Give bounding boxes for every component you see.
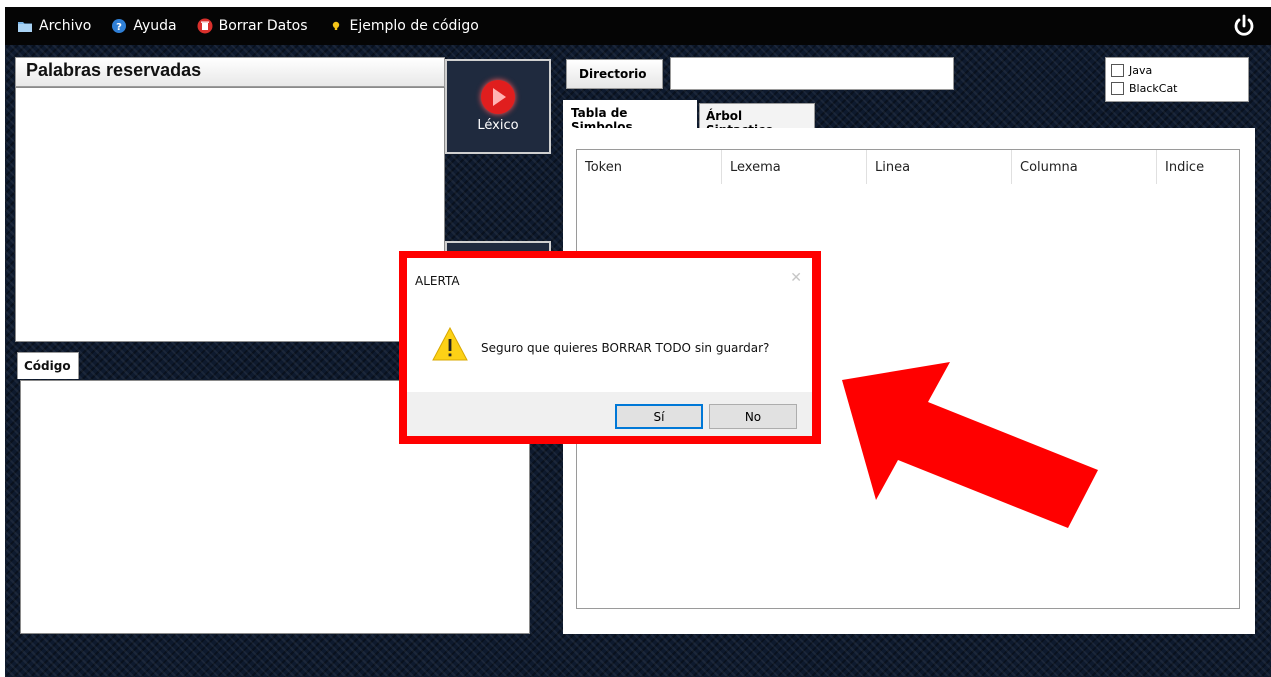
power-icon[interactable] — [1231, 13, 1257, 39]
blackcat-checkbox[interactable] — [1111, 81, 1124, 95]
red-arrow-icon — [842, 362, 1098, 528]
dialog-message: Seguro que quieres BORRAR TODO sin guard… — [481, 341, 770, 355]
column-linea[interactable]: Linea — [867, 150, 1012, 184]
blackcat-label: BlackCat — [1129, 81, 1178, 95]
menu-ejemplo-codigo[interactable]: Ejemplo de código — [328, 18, 479, 34]
no-button[interactable]: No — [709, 404, 797, 429]
help-icon: ? — [112, 19, 127, 33]
play-icon — [481, 80, 515, 114]
menu-bar: Archivo ? Ayuda Borrar Datos Ejemplo de … — [5, 7, 1271, 45]
menu-ayuda-label: Ayuda — [133, 18, 177, 34]
menu-ejemplo-codigo-label: Ejemplo de código — [349, 18, 479, 34]
column-lexema[interactable]: Lexema — [722, 150, 867, 184]
reserved-words-header: Palabras reservadas — [15, 57, 445, 87]
language-option-java[interactable]: Java — [1111, 61, 1243, 79]
java-checkbox[interactable] — [1111, 63, 1124, 77]
menu-borrar-datos-label: Borrar Datos — [218, 18, 308, 34]
directory-input[interactable] — [670, 57, 954, 90]
lexico-button-label: Léxico — [477, 118, 519, 133]
dialog-title: ALERTA — [415, 274, 460, 288]
language-selector: Java BlackCat — [1105, 57, 1249, 102]
column-columna[interactable]: Columna — [1012, 150, 1157, 184]
trash-icon — [197, 18, 213, 34]
menu-archivo-label: Archivo — [39, 18, 92, 34]
symbol-table-header: Token Lexema Linea Columna Indice — [577, 150, 1239, 184]
menu-borrar-datos[interactable]: Borrar Datos — [197, 18, 308, 34]
lexico-button[interactable]: Léxico — [445, 59, 551, 154]
menu-archivo[interactable]: Archivo — [17, 18, 91, 34]
close-icon[interactable]: ✕ — [790, 270, 802, 286]
tab-arbol-sintactico[interactable]: Árbol Sintactico — [699, 103, 815, 137]
yes-button[interactable]: Sí — [615, 404, 703, 429]
folder-icon — [18, 22, 32, 32]
lightbulb-icon — [332, 21, 339, 30]
reserved-words-list[interactable] — [15, 87, 445, 342]
menu-ayuda[interactable]: ? Ayuda — [111, 18, 177, 34]
warning-icon — [432, 326, 468, 361]
directory-button[interactable]: Directorio — [566, 59, 663, 89]
tab-codigo[interactable]: Código — [17, 352, 79, 379]
java-label: Java — [1129, 63, 1153, 77]
svg-text:?: ? — [116, 22, 122, 33]
language-option-blackcat[interactable]: BlackCat — [1111, 79, 1243, 97]
column-indice[interactable]: Indice — [1157, 150, 1239, 184]
column-token[interactable]: Token — [577, 150, 722, 184]
tab-tabla-simbolos[interactable]: Tabla de Simbolos — [563, 100, 697, 134]
